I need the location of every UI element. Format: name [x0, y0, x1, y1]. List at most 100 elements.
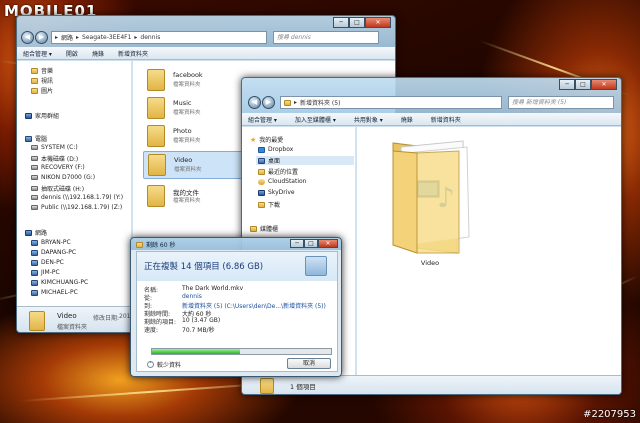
- breadcrumb-network[interactable]: 網路: [61, 33, 73, 42]
- nav-item-pictures[interactable]: 圖片: [31, 86, 53, 95]
- dialog-title: 剩餘 60 秒: [136, 240, 175, 249]
- copy-progress-dialog: 剩餘 60 秒 ─ □ ✕ 正在複製 14 個項目 (6.86 GB) 名稱: T…: [130, 237, 342, 377]
- nav-item-computer[interactable]: 電腦: [25, 134, 47, 143]
- nav-item-drive-f[interactable]: RECOVERY (F:): [31, 164, 85, 171]
- drive-icon: [31, 165, 38, 170]
- copy-progress-bar: [151, 348, 332, 355]
- nav-item-drive-c[interactable]: SYSTEM (C:): [31, 144, 78, 151]
- forward-arrow-icon[interactable]: ▶: [262, 96, 275, 109]
- picture-folder-icon: [31, 87, 38, 94]
- pc-icon: [31, 289, 38, 296]
- nav-item-cloudstation[interactable]: CloudStation: [258, 178, 306, 185]
- details-modified-label: 修改日期:: [93, 315, 120, 322]
- copy-progress-fill: [152, 349, 240, 354]
- pc-icon: [31, 269, 38, 276]
- nav-item-videos[interactable]: 視訊: [31, 76, 53, 85]
- forward-arrow-icon[interactable]: ▶: [35, 31, 48, 44]
- breadcrumb-dennis[interactable]: dennis: [140, 34, 160, 41]
- skydrive-icon: [258, 189, 265, 196]
- new-folder-button[interactable]: 新增資料夾: [118, 49, 148, 58]
- breadcrumb-seagate[interactable]: Seagate-3EE4F1: [82, 34, 131, 41]
- nav-item-drive-d[interactable]: 本機磁碟 (D:): [31, 154, 78, 163]
- folder-item-video[interactable]: ♪ Video: [387, 133, 475, 273]
- nav-item-favorites[interactable]: ★ 我的最愛: [250, 135, 283, 144]
- pc-icon: [31, 279, 38, 286]
- maximize-button[interactable]: □: [304, 239, 318, 248]
- computer-icon: [25, 135, 32, 142]
- drive-icon: [31, 156, 38, 161]
- organize-menu[interactable]: 組合管理 ▾: [23, 49, 52, 58]
- detail-row-speed: 速度: 70.7 MB/秒: [144, 327, 215, 334]
- file-item-video-selected[interactable]: Video 檔案資料夾: [143, 151, 243, 179]
- add-to-library-menu[interactable]: 加入至媒體櫃 ▾: [295, 115, 336, 124]
- copy-animation-icon: [305, 256, 327, 276]
- burn-button[interactable]: 燒錄: [92, 49, 104, 58]
- nav-item-network[interactable]: 網路: [25, 228, 47, 237]
- new-folder-button[interactable]: 新增資料夾: [431, 115, 461, 124]
- folder-icon: [147, 185, 165, 207]
- nav-item-pc[interactable]: KIMCHUANG-PC: [31, 279, 88, 286]
- dialog-body: 正在複製 14 個項目 (6.86 GB) 名稱: The Dark World.…: [136, 251, 338, 372]
- command-bar: 組合管理 ▾ 加入至媒體櫃 ▾ 共用對象 ▾ 燒錄 新增資料夾: [242, 113, 621, 126]
- nav-item-drive-g[interactable]: NIKON D7000 (G:): [31, 174, 95, 181]
- share-with-menu[interactable]: 共用對象 ▾: [354, 115, 383, 124]
- minimize-button[interactable]: ─: [290, 239, 304, 248]
- close-button[interactable]: ✕: [591, 79, 617, 90]
- nav-item-downloads[interactable]: 下載: [258, 200, 280, 209]
- details-type: 檔案資料夾: [57, 324, 88, 331]
- status-bar: 1 個項目: [242, 375, 621, 394]
- file-list: ♪ Video: [357, 127, 621, 375]
- maximize-button[interactable]: □: [349, 17, 365, 28]
- music-folder-icon: [31, 67, 38, 74]
- chevron-up-icon: ˄: [147, 361, 154, 368]
- nav-item-skydrive[interactable]: SkyDrive: [258, 189, 295, 196]
- back-arrow-icon[interactable]: ◀: [248, 96, 261, 109]
- file-item-music[interactable]: Music 檔案資料夾: [147, 95, 237, 121]
- nav-item-pc[interactable]: DEN-PC: [31, 259, 64, 266]
- nav-item-homegroup[interactable]: 家用群組: [25, 111, 59, 120]
- item-count: 1 個項目: [290, 383, 316, 391]
- nav-item-dropbox[interactable]: Dropbox: [258, 146, 293, 153]
- minimize-button[interactable]: ─: [559, 79, 575, 90]
- file-item-facebook[interactable]: facebook 檔案資料夾: [147, 67, 237, 93]
- nav-item-pc[interactable]: MICHAEL-PC: [31, 289, 78, 296]
- nav-item-drive-z[interactable]: Public (\\192.168.1.79) (Z:): [31, 204, 122, 211]
- minimize-button[interactable]: ─: [333, 17, 349, 28]
- search-input[interactable]: 搜尋 新增資料夾 (5): [508, 96, 614, 109]
- address-bar[interactable]: ▸ 新增資料夾 (5): [280, 96, 502, 109]
- close-button[interactable]: ✕: [365, 17, 391, 28]
- breadcrumb-new-folder[interactable]: 新增資料夾 (5): [300, 98, 340, 107]
- pc-icon: [31, 259, 38, 266]
- cancel-button[interactable]: 取消: [287, 358, 331, 369]
- file-item-my-documents[interactable]: 我的文件 檔案資料夾: [147, 183, 237, 209]
- drive-icon: [31, 186, 38, 191]
- back-arrow-icon[interactable]: ◀: [21, 31, 34, 44]
- video-folder-icon: ♪: [392, 140, 470, 254]
- network-drive-icon: [31, 205, 38, 210]
- open-button[interactable]: 開啟: [66, 49, 78, 58]
- nav-item-pc[interactable]: JIM-PC: [31, 269, 60, 276]
- computer-crumb-icon: ▸: [55, 34, 59, 41]
- nav-item-desktop[interactable]: 桌面: [256, 156, 354, 165]
- nav-item-recent[interactable]: 最近的位置: [258, 167, 298, 176]
- nav-item-music[interactable]: 音樂: [31, 66, 53, 75]
- pc-icon: [31, 239, 38, 246]
- address-bar[interactable]: ▸ 網路 ▸ Seagate-3EE4F1 ▸ dennis: [51, 31, 267, 44]
- navigation-pane: 音樂 視訊 圖片 家用群組 電腦 SYSTEM (C:) 本機磁碟 (D:) R…: [17, 61, 132, 306]
- organize-menu[interactable]: 組合管理 ▾: [248, 115, 277, 124]
- drive-icon: [31, 175, 38, 180]
- close-button[interactable]: ✕: [318, 239, 338, 248]
- nav-item-drive-y[interactable]: dennis (\\192.168.1.79) (Y:): [31, 194, 123, 201]
- search-input[interactable]: 搜尋 dennis: [273, 31, 379, 44]
- folder-icon: [147, 125, 165, 147]
- nav-item-drive-h[interactable]: 抽取式磁碟 (H:): [31, 184, 84, 193]
- nav-item-pc[interactable]: BRYAN-PC: [31, 239, 71, 246]
- maximize-button[interactable]: □: [575, 79, 591, 90]
- less-details-toggle[interactable]: ˄ 較少資料: [147, 360, 181, 369]
- burn-button[interactable]: 燒錄: [401, 115, 413, 124]
- details-modified-value: 201: [119, 313, 131, 320]
- recent-places-icon: [258, 168, 265, 175]
- nav-item-library[interactable]: 媒體櫃: [250, 224, 278, 233]
- nav-item-pc[interactable]: DAPANG-PC: [31, 249, 76, 256]
- file-item-photo[interactable]: Photo 檔案資料夾: [147, 123, 237, 149]
